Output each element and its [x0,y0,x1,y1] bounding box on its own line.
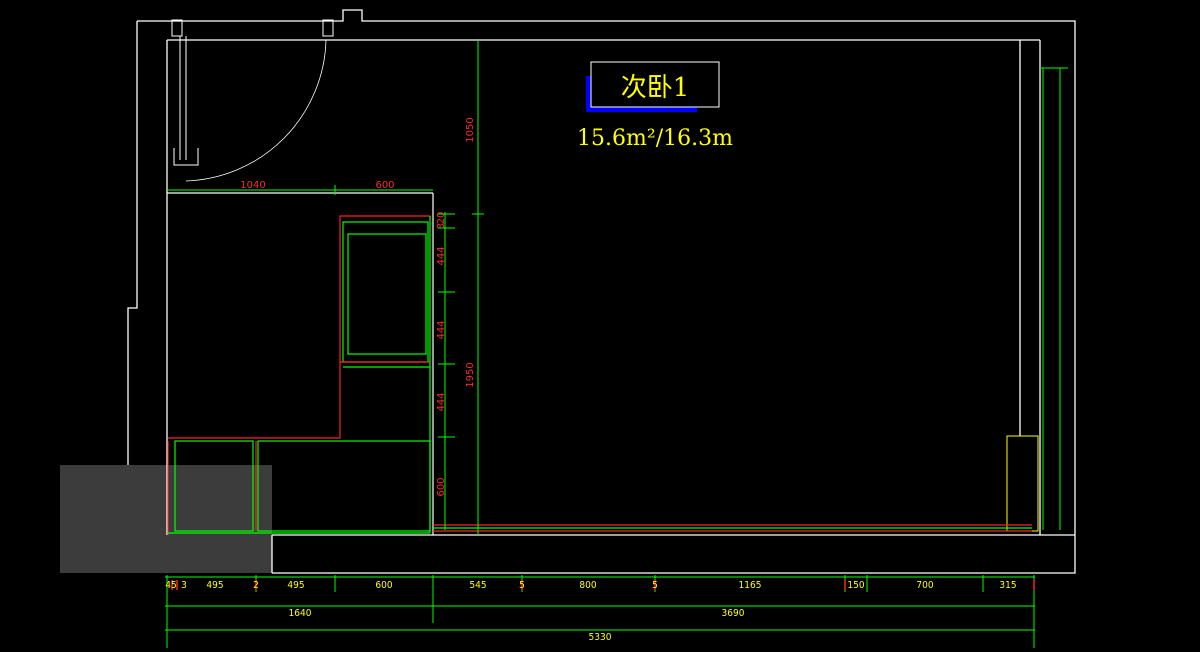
side-dim-6: 600 [436,477,447,496]
floor-plan-canvas: 1040 600 1050 1950 20 3 444 444 444 600 … [60,9,1076,648]
bdim-3690: 3690 [722,608,745,619]
bdim-1165: 1165 [739,580,762,591]
side-dim-5: 444 [436,392,447,411]
dim-label-1040: 1040 [240,180,265,191]
bdim-1640: 1640 [289,608,312,619]
room-area: 15.6m²/16.3m [577,126,733,151]
bdim-150: 150 [847,580,864,591]
wardrobe [167,192,1032,535]
right-cabinet [1006,435,1039,532]
bdim-45: 45 [165,580,176,591]
bdim-5a: 5 [519,580,525,591]
dim-label-600: 600 [375,180,394,191]
bdim-700: 700 [916,580,933,591]
dim-vertical [438,40,484,535]
bdim-600: 600 [375,580,392,591]
side-dim-3: 444 [436,246,447,265]
bdim-495b: 495 [287,580,304,591]
grey-block [60,465,272,573]
side-dim-2: 3 [436,223,447,229]
bdim-545: 545 [469,580,486,591]
bdim-2: 2 [253,580,259,591]
bdim-5b: 5 [652,580,658,591]
bdim-3: 3 [181,580,187,591]
room-label: 次卧1 15.6m²/16.3m [577,61,733,151]
room-name: 次卧1 [621,73,690,103]
side-dim-4: 444 [436,320,447,339]
bdim-5330: 5330 [589,632,612,643]
window [1040,67,1068,530]
door [171,19,334,182]
side-dim-1: 20 [436,212,447,225]
bdim-800: 800 [579,580,596,591]
dim-label-v-top: 1050 [465,117,476,142]
bdim-315: 315 [999,580,1016,591]
bdim-495a: 495 [206,580,223,591]
dim-label-v-mid: 1950 [465,362,476,387]
